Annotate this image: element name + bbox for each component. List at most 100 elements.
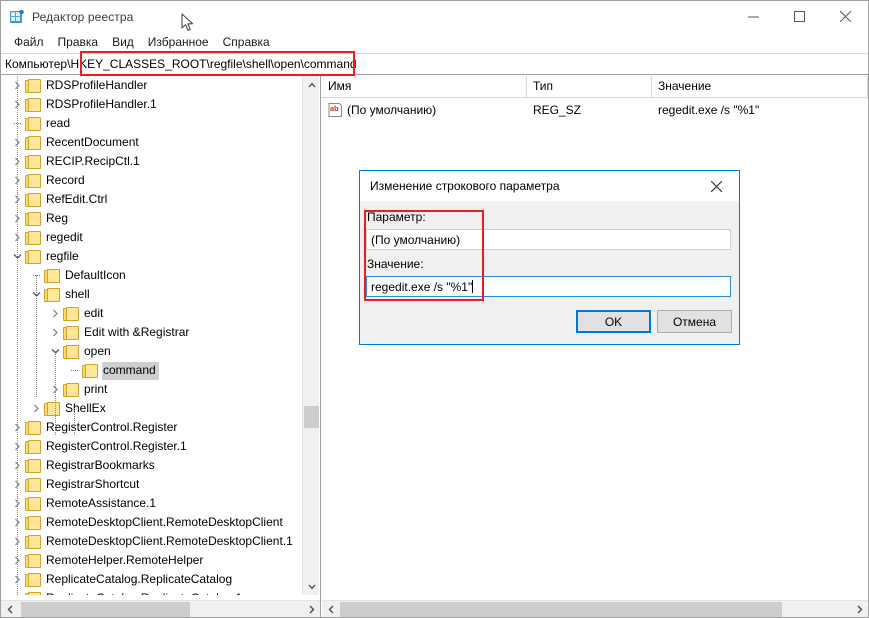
tree-item[interactable]: RegisterControl.Register: [1, 418, 303, 437]
tree-item[interactable]: shell: [1, 285, 303, 304]
tree-item[interactable]: RegistrarBookmarks: [1, 456, 303, 475]
list-horizontal-scrollbar[interactable]: [322, 600, 868, 617]
chevron-right-icon[interactable]: [9, 190, 25, 209]
tree-item-label: RegisterControl.Register.1: [46, 438, 187, 453]
tree-item-label: ReplicateCatalog.ReplicateCatalog.1: [45, 590, 245, 596]
tree-item[interactable]: RegistrarShortcut: [1, 475, 303, 494]
dialog-value-label: Значение:: [367, 257, 424, 271]
chevron-right-icon[interactable]: [9, 551, 25, 570]
tree-scroll-down-arrow[interactable]: [303, 578, 320, 595]
chevron-right-icon[interactable]: [9, 76, 25, 95]
tree-item[interactable]: Record: [1, 171, 303, 190]
dialog-name-input[interactable]: (По умолчанию): [366, 229, 731, 250]
minimize-button[interactable]: [730, 1, 776, 32]
dialog-value-input[interactable]: regedit.exe /s "%1": [366, 276, 731, 297]
chevron-right-icon[interactable]: [9, 152, 25, 171]
list-scroll-right-arrow[interactable]: [851, 601, 868, 617]
tree-item[interactable]: open: [1, 342, 303, 361]
list-hscroll-thumb[interactable]: [340, 602, 782, 617]
tree-item[interactable]: ReplicateCatalog.ReplicateCatalog: [1, 570, 303, 589]
tree-item[interactable]: RECIP.RecipCtl.1: [1, 152, 303, 171]
address-bar[interactable]: Компьютер\HKEY_CLASSES_ROOT\regfile\shel…: [1, 53, 868, 75]
tree-item-label: shell: [65, 286, 90, 301]
tree-item[interactable]: RDSProfileHandler.1: [1, 95, 303, 114]
tree-item[interactable]: Edit with &Registrar: [1, 323, 303, 342]
column-header[interactable]: Значение: [652, 76, 868, 97]
window-titlebar[interactable]: Редактор реестра: [1, 1, 868, 32]
chevron-right-icon[interactable]: [9, 475, 25, 494]
chevron-right-icon[interactable]: [9, 494, 25, 513]
tree-scroll-right-arrow[interactable]: [303, 601, 320, 617]
chevron-right-icon[interactable]: [9, 456, 25, 475]
chevron-right-icon[interactable]: [9, 209, 25, 228]
tree-item[interactable]: RemoteAssistance.1: [1, 494, 303, 513]
tree-item-label: RecentDocument: [46, 134, 139, 149]
chevron-right-icon[interactable]: [9, 532, 25, 551]
chevron-right-icon[interactable]: [9, 95, 25, 114]
chevron-right-icon[interactable]: [47, 323, 63, 342]
tree-item[interactable]: RemoteDesktopClient.RemoteDesktopClient: [1, 513, 303, 532]
tree-item[interactable]: DefaultIcon: [1, 266, 303, 285]
chevron-right-icon[interactable]: [9, 589, 25, 595]
chevron-right-icon[interactable]: [9, 513, 25, 532]
tree-item[interactable]: print: [1, 380, 303, 399]
chevron-right-icon[interactable]: [9, 228, 25, 247]
tree-item[interactable]: RegisterControl.Register.1: [1, 437, 303, 456]
tree-scroll-up-arrow[interactable]: [303, 76, 320, 93]
menu-item-favorites[interactable]: Избранное: [141, 33, 216, 52]
column-header[interactable]: Тип: [527, 76, 652, 97]
chevron-right-icon[interactable]: [9, 133, 25, 152]
tree-scroll-thumb[interactable]: [304, 406, 319, 428]
dialog-cancel-button[interactable]: Отмена: [657, 310, 732, 333]
dialog-close-button[interactable]: [694, 172, 739, 201]
list-scroll-left-arrow[interactable]: [322, 601, 339, 617]
tree-item-label: ReplicateCatalog.ReplicateCatalog: [46, 571, 233, 586]
chevron-right-icon[interactable]: [47, 304, 63, 323]
menu-item-view[interactable]: Вид: [105, 33, 141, 52]
tree-item[interactable]: RefEdit.Ctrl: [1, 190, 303, 209]
registry-tree-pane[interactable]: RDSProfileHandler RDSProfileHandler.1 read…: [1, 76, 321, 617]
window-title: Редактор реестра: [32, 9, 134, 24]
chevron-down-icon[interactable]: [9, 247, 25, 266]
tree-item[interactable]: RemoteHelper.RemoteHelper: [1, 551, 303, 570]
chevron-right-icon[interactable]: [9, 171, 25, 190]
registry-values-pane[interactable]: Имя Тип Значение ab (По умолчанию) REG_SZ reg…: [322, 76, 868, 617]
column-header[interactable]: Имя: [322, 76, 527, 97]
maximize-button[interactable]: [776, 1, 822, 32]
folder-icon: [63, 326, 79, 340]
dialog-title: Изменение строкового параметра: [370, 179, 560, 193]
dialog-titlebar[interactable]: Изменение строкового параметра: [360, 171, 739, 201]
chevron-right-icon[interactable]: [9, 418, 25, 437]
tree-item[interactable]: RecentDocument: [1, 133, 303, 152]
menu-item-file[interactable]: Файл: [7, 33, 51, 52]
tree-item[interactable]: RemoteDesktopClient.RemoteDesktopClient.…: [1, 532, 303, 551]
tree-item[interactable]: RDSProfileHandler: [1, 76, 303, 95]
tree-item[interactable]: command: [1, 361, 303, 380]
dialog-ok-button[interactable]: OK: [576, 310, 651, 333]
folder-icon: [25, 136, 41, 150]
tree-scroll-left-arrow[interactable]: [1, 601, 18, 617]
chevron-right-icon[interactable]: [28, 399, 44, 418]
chevron-right-icon[interactable]: [9, 437, 25, 456]
tree-horizontal-scrollbar[interactable]: [1, 600, 320, 617]
tree-hscroll-thumb[interactable]: [21, 602, 190, 617]
tree-item[interactable]: read: [1, 114, 303, 133]
tree-vertical-scrollbar[interactable]: [302, 76, 319, 595]
menu-item-edit[interactable]: Правка: [51, 33, 106, 52]
tree-item-label: RegistrarShortcut: [46, 476, 140, 491]
registry-editor-window: Редактор реестра Файл Правка Вид Избранн…: [0, 0, 869, 618]
close-button[interactable]: [822, 1, 868, 32]
chevron-right-icon[interactable]: [9, 570, 25, 589]
tree-item[interactable]: regedit: [1, 228, 303, 247]
tree-item[interactable]: Reg: [1, 209, 303, 228]
value-row[interactable]: ab (По умолчанию) REG_SZ regedit.exe /s "%1…: [322, 100, 868, 120]
tree-item[interactable]: ShellEx: [1, 399, 303, 418]
tree-item-label: RDSProfileHandler: [46, 77, 148, 92]
tree-item[interactable]: edit: [1, 304, 303, 323]
menu-item-help[interactable]: Справка: [216, 33, 277, 52]
tree-item[interactable]: ReplicateCatalog.ReplicateCatalog.1: [1, 589, 303, 595]
tree-item[interactable]: regfile: [1, 247, 303, 266]
